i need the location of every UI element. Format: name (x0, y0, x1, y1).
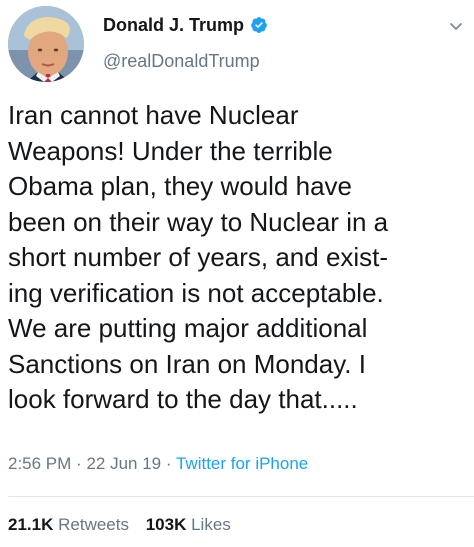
tweet-time[interactable]: 2:56 PM (8, 454, 71, 473)
meta-separator: · (76, 454, 82, 473)
tweet-text-line: Iran cannot have Nuclear (8, 100, 299, 130)
chevron-down-icon[interactable] (448, 18, 464, 34)
retweets-count: 21.1K (8, 515, 54, 534)
tweet-text-line: Sanctions on Iran on Monday. I (8, 348, 366, 379)
tweet-text-line: been on their way to Nuclear in a (8, 206, 389, 237)
retweets-label: Retweets (58, 515, 129, 534)
tweet-text-line: Obama plan, they would have (8, 171, 352, 201)
retweets-stat[interactable]: 21.1K Retweets (8, 514, 129, 536)
likes-label: Likes (191, 515, 231, 534)
tweet-stats: 21.1K Retweets 103K Likes (8, 514, 243, 536)
tweet-text-line: We are putting major additional (8, 313, 368, 343)
tweet-card: Donald J. Trump @realDonaldTrump Iran ca… (0, 0, 474, 547)
verified-badge-icon (250, 16, 268, 34)
likes-count: 103K (145, 515, 187, 534)
name-row: Donald J. Trump (103, 14, 268, 36)
avatar-image (8, 6, 84, 82)
tweet-meta: 2:56 PM · 22 Jun 19 · Twitter for iPhone (8, 453, 308, 475)
tweet-text: Iran cannot have Nuclear Weapons! Under … (8, 98, 470, 418)
display-name[interactable]: Donald J. Trump (103, 14, 244, 36)
tweet-text-line: look forward to the day that..... (8, 384, 358, 414)
tweet-text-line: Weapons! Under the terrible (8, 135, 333, 166)
meta-separator: · (165, 454, 172, 473)
tweet-text-line: short number of years, and exist- (8, 242, 389, 272)
user-handle[interactable]: @realDonaldTrump (103, 50, 260, 72)
tweet-text-line: ing verification is not acceptable. (8, 277, 384, 308)
divider (8, 496, 474, 497)
avatar[interactable] (8, 6, 84, 82)
likes-stat[interactable]: 103K Likes (146, 514, 231, 536)
tweet-date[interactable]: 22 Jun 19 (86, 454, 161, 473)
tweet-source-link[interactable]: Twitter for iPhone (176, 454, 308, 473)
